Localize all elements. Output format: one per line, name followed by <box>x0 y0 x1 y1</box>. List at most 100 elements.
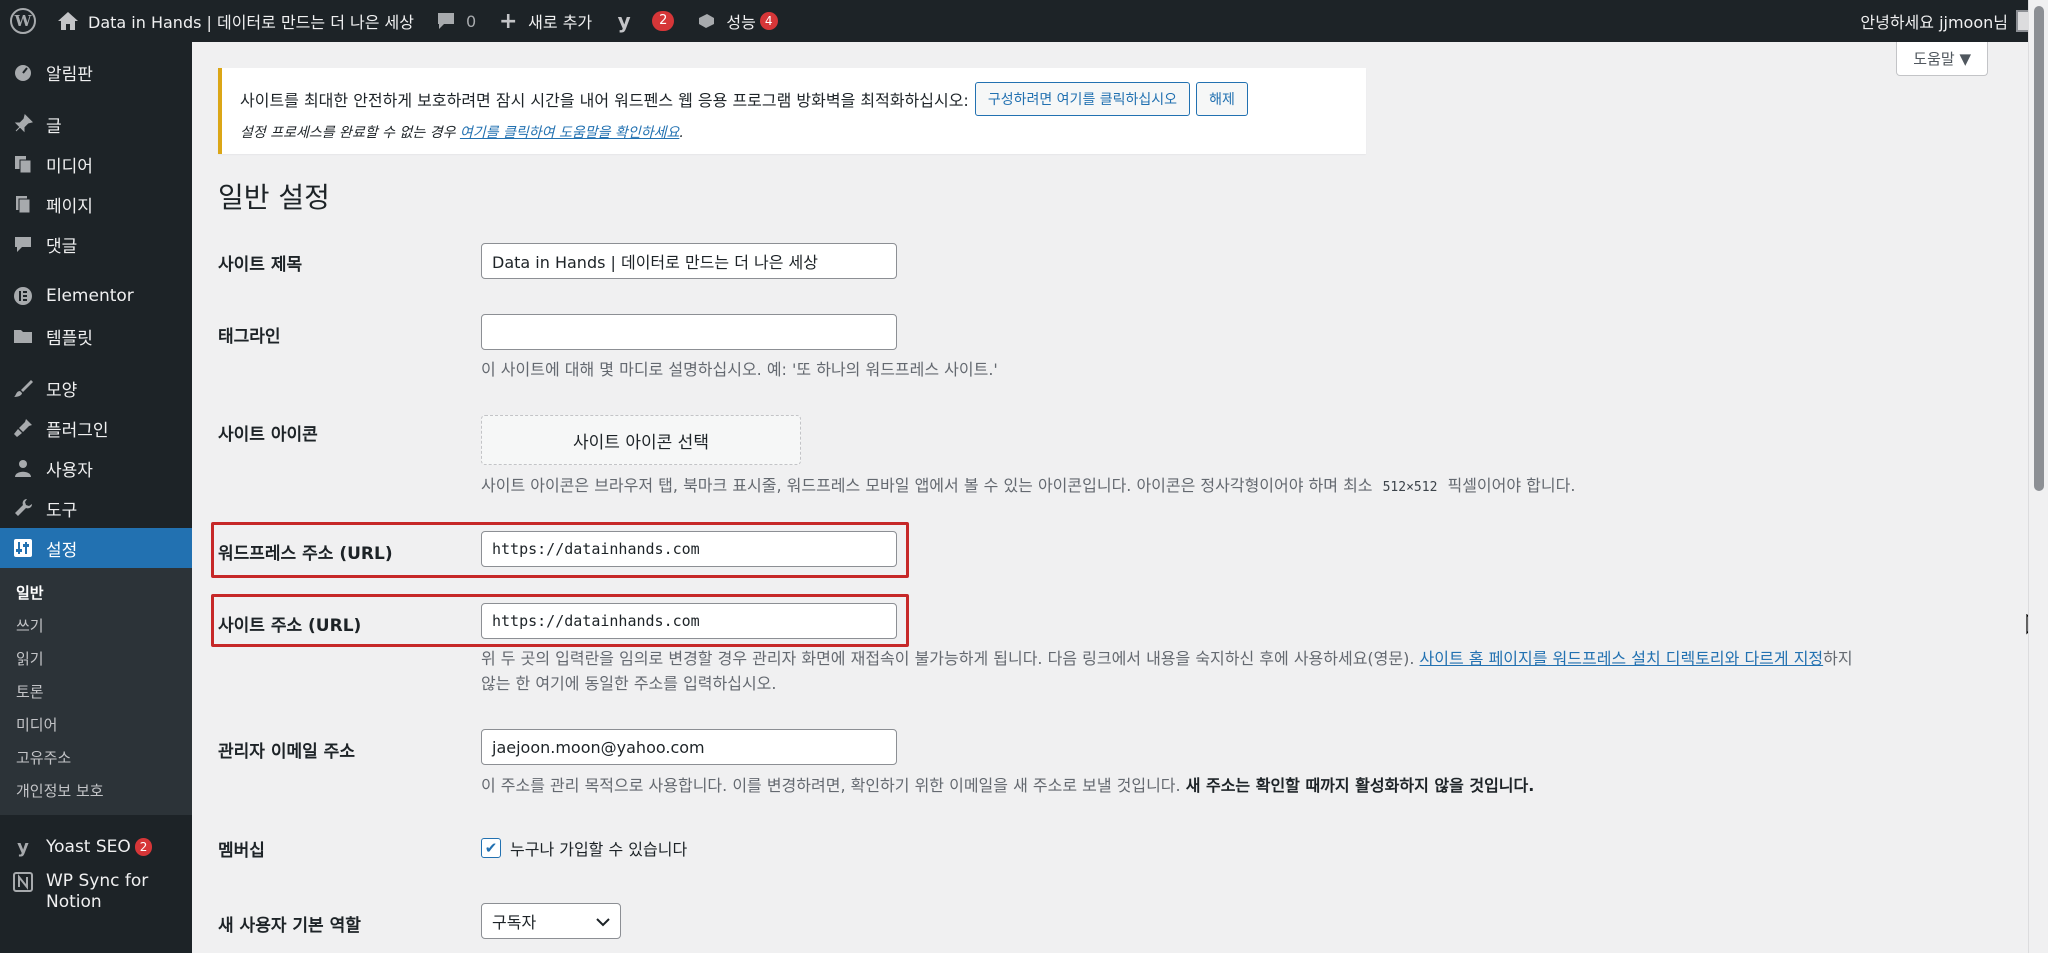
site-icon-label: 사이트 아이콘 <box>218 425 318 445</box>
notice-help-prefix: 설정 프로세스를 완료할 수 없는 경우 <box>240 125 460 141</box>
membership-checkbox-label: 누구나 가입할 수 있습니다 <box>510 840 688 859</box>
sidebar-item-appearance[interactable]: 모양 <box>0 368 192 408</box>
comment-icon <box>434 9 458 33</box>
admin-email-desc-part1: 이 주소를 관리 목적으로 사용합니다. 이를 변경하려면, 확인하기 위한 이… <box>481 776 1186 795</box>
wp-sync-label-line2: Notion <box>46 892 102 912</box>
submenu-media[interactable]: 미디어 <box>0 708 192 741</box>
account-menu[interactable]: 안녕하세요 jjmoon님 <box>1850 0 2048 42</box>
membership-checkbox[interactable]: ✔ <box>481 838 501 858</box>
sidebar-item-label: 알림판 <box>46 64 93 85</box>
wp-sync-label: WP Sync for Notion <box>46 871 148 913</box>
tagline-description: 이 사이트에 대해 몇 마디로 설명하십시오. 예: '또 하나의 워드프레스 … <box>481 360 998 379</box>
sidebar-item-label: 사용자 <box>46 460 93 481</box>
default-role-value: 구독자 <box>492 913 537 932</box>
admin-email-label: 관리자 이메일 주소 <box>218 742 355 762</box>
dashboard-icon <box>12 61 34 83</box>
notice-message: 사이트를 최대한 안전하게 보호하려면 잠시 시간을 내어 워드펜스 웹 응용 … <box>240 91 969 110</box>
comment-icon <box>12 233 34 255</box>
wrench-icon <box>12 497 34 519</box>
sidebar-item-label: 미디어 <box>46 156 93 177</box>
tagline-input[interactable] <box>481 314 897 350</box>
site-icon-desc-part2: 픽셀이어야 합니다. <box>1442 476 1576 495</box>
settings-submenu: 일반 쓰기 읽기 토론 미디어 고유주소 개인정보 보호 <box>0 568 192 815</box>
folder-icon <box>12 325 34 347</box>
yoast-icon: y <box>17 836 29 858</box>
sidebar-item-plugins[interactable]: 플러그인 <box>0 408 192 448</box>
sidebar-item-pages[interactable]: 페이지 <box>0 184 192 224</box>
submenu-permalinks[interactable]: 고유주소 <box>0 741 192 774</box>
settings-icon <box>12 537 34 559</box>
site-icon-size: 512×512 <box>1377 478 1443 497</box>
sidebar-item-comments[interactable]: 댓글 <box>0 224 192 264</box>
site-name-menu[interactable]: Data in Hands | 데이터로 만드는 더 나은 세상 <box>46 0 424 42</box>
yoast-menu[interactable]: y 2 <box>602 0 684 42</box>
sidebar-item-label: Yoast SEO <box>46 837 131 857</box>
scrollbar-thumb[interactable] <box>2034 6 2044 491</box>
sidebar-item-posts[interactable]: 글 <box>0 104 192 144</box>
brush-icon <box>12 377 34 399</box>
sidebar-item-elementor[interactable]: Elementor <box>0 276 192 316</box>
admin-bar: W Data in Hands | 데이터로 만드는 더 나은 세상 0 + 새… <box>0 0 2048 42</box>
yoast-badge: 2 <box>652 11 675 31</box>
default-role-select[interactable]: 구독자 <box>481 903 621 939</box>
membership-field: ✔ 누구나 가입할 수 있습니다 <box>481 836 687 860</box>
comments-menu[interactable]: 0 <box>424 0 486 42</box>
performance-menu[interactable]: 성능 4 <box>684 0 787 42</box>
sidebar-item-yoast[interactable]: y Yoast SEO 2 <box>0 827 192 867</box>
site-name: Data in Hands | 데이터로 만드는 더 나은 세상 <box>88 13 414 32</box>
dismiss-button[interactable]: 해제 <box>1196 82 1248 116</box>
wordfence-notice: 사이트를 최대한 안전하게 보호하려면 잠시 시간을 내어 워드펜스 웹 응용 … <box>218 68 1366 154</box>
new-content-menu[interactable]: + 새로 추가 <box>486 0 602 42</box>
notion-icon <box>12 871 34 893</box>
submenu-discussion[interactable]: 토론 <box>0 675 192 708</box>
page-scrollbar[interactable] <box>2028 0 2048 953</box>
sidebar-item-label: 모양 <box>46 380 78 401</box>
address-desc-part1: 위 두 곳의 입력란을 임의로 변경할 경우 관리자 화면에 재접속이 불가능하… <box>481 649 1420 668</box>
address-desc-link[interactable]: 사이트 홈 페이지를 워드프레스 설치 디렉토리와 다르게 지정 <box>1420 649 1824 668</box>
address-desc-part3: 않는 한 여기에 동일한 주소를 입력하십시오. <box>481 674 777 693</box>
admin-email-description: 이 주소를 관리 목적으로 사용합니다. 이를 변경하려면, 확인하기 위한 이… <box>481 772 1534 796</box>
sidebar-item-dashboard[interactable]: 알림판 <box>0 52 192 92</box>
greeting: 안녕하세요 jjmoon님 <box>1860 13 2008 32</box>
site-icon-select-button[interactable]: 사이트 아이콘 선택 <box>481 415 801 465</box>
notice-help-link[interactable]: 여기를 클릭하여 도움말을 확인하세요 <box>460 125 679 141</box>
wp-address-input[interactable]: https://datainhands.com <box>481 531 897 567</box>
user-icon <box>12 457 34 479</box>
sidebar-item-wp-sync[interactable]: WP Sync for Notion <box>0 867 192 917</box>
submenu-writing[interactable]: 쓰기 <box>0 609 192 642</box>
sidebar-item-settings[interactable]: 설정 <box>0 528 192 568</box>
submenu-reading[interactable]: 읽기 <box>0 642 192 675</box>
site-title-input[interactable]: Data in Hands | 데이터로 만드는 더 나은 세상 <box>481 243 897 279</box>
wp-sync-label-line1: WP Sync for <box>46 871 149 891</box>
sidebar-item-templates[interactable]: 템플릿 <box>0 316 192 356</box>
sidebar-item-label: 댓글 <box>46 236 78 257</box>
admin-email-input[interactable]: jaejoon.moon@yahoo.com <box>481 729 897 765</box>
site-address-input[interactable]: https://datainhands.com <box>481 603 897 639</box>
sidebar-item-media[interactable]: 미디어 <box>0 144 192 184</box>
notice-help-suffix: . <box>679 125 684 141</box>
sidebar-item-tools[interactable]: 도구 <box>0 488 192 528</box>
help-tab-button[interactable]: 도움말 ▼ <box>1896 42 1988 76</box>
sidebar-item-label: 도구 <box>46 500 78 521</box>
configure-button[interactable]: 구성하려면 여기를 클릭하십시오 <box>974 82 1191 116</box>
yoast-sidebar-badge: 2 <box>134 838 153 856</box>
sidebar-item-label: 글 <box>46 116 62 137</box>
yoast-icon: y <box>617 9 631 33</box>
wp-logo-menu[interactable]: W <box>0 0 46 42</box>
default-role-label: 새 사용자 기본 역할 <box>218 916 361 936</box>
address-description: 위 두 곳의 입력란을 임의로 변경할 경우 관리자 화면에 재접속이 불가능하… <box>481 646 2021 696</box>
admin-sidebar: 알림판 글 미디어 페이지 댓글 Elementor 템플릿 모양 플러그인 사… <box>0 42 192 953</box>
submenu-privacy[interactable]: 개인정보 보호 <box>0 774 192 807</box>
pin-icon <box>12 113 34 135</box>
chevron-down-icon <box>596 912 610 931</box>
wp-address-label: 워드프레스 주소 (URL) <box>218 544 393 564</box>
site-title-label: 사이트 제목 <box>218 255 303 275</box>
sidebar-item-label: 설정 <box>46 540 78 561</box>
sidebar-item-users[interactable]: 사용자 <box>0 448 192 488</box>
wordpress-logo-icon: W <box>10 8 36 34</box>
submenu-general[interactable]: 일반 <box>0 576 192 609</box>
performance-icon <box>694 9 718 33</box>
plus-icon: + <box>498 8 518 34</box>
address-desc-part2: 하지 <box>1823 649 1853 668</box>
sidebar-item-label: 페이지 <box>46 196 93 217</box>
